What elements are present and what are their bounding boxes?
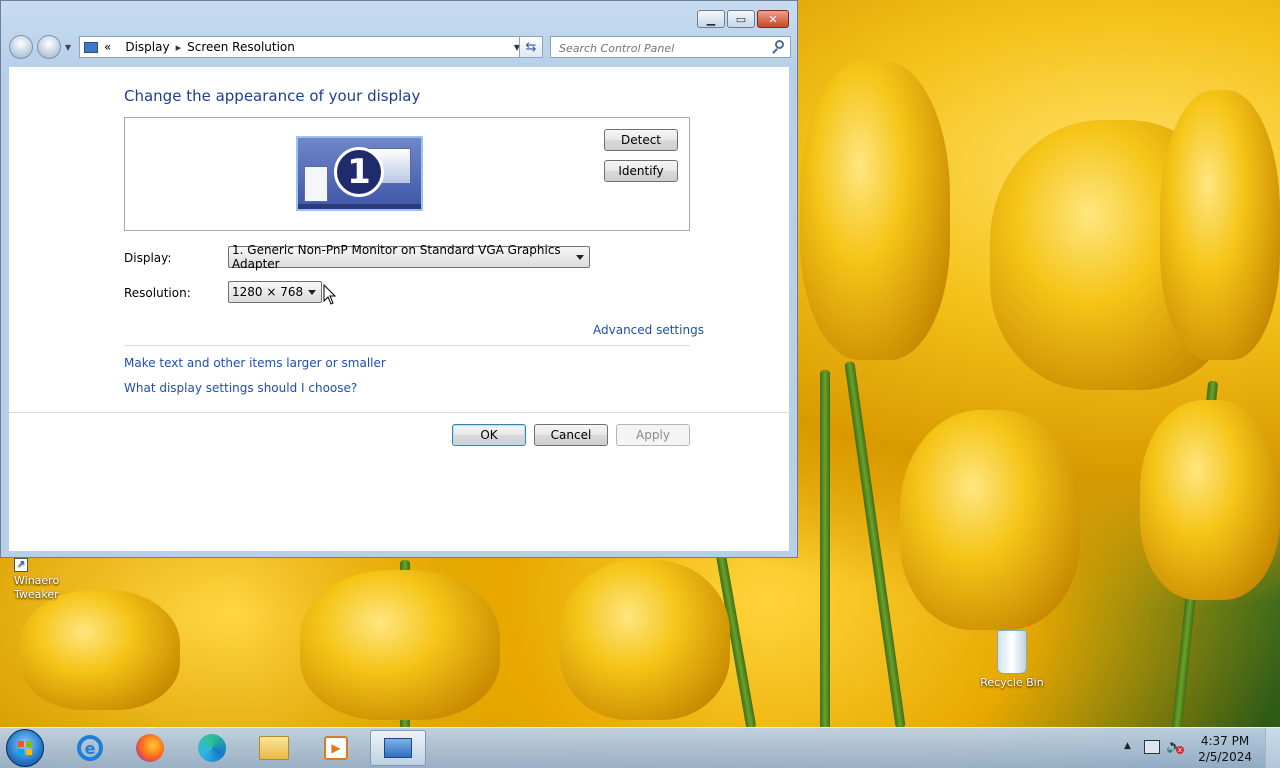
back-button[interactable]: [9, 35, 33, 59]
search-input[interactable]: [557, 38, 771, 58]
ok-button[interactable]: OK: [452, 424, 526, 446]
breadcrumb-display[interactable]: Display: [125, 40, 169, 54]
footer-divider: [9, 412, 789, 413]
tulip-flower: [1140, 400, 1280, 600]
display-help-link[interactable]: What display settings should I choose?: [124, 381, 357, 395]
maximize-button[interactable]: ▭: [727, 10, 755, 28]
resolution-select[interactable]: 1280 × 768: [228, 281, 322, 303]
text-size-link[interactable]: Make text and other items larger or smal…: [124, 356, 386, 370]
clock-time: 4:37 PM: [1200, 734, 1250, 748]
taskbar-control-panel-display[interactable]: [370, 730, 426, 766]
forward-button[interactable]: [37, 35, 61, 59]
resolution-label: Resolution:: [124, 286, 191, 300]
folder-icon: [259, 736, 289, 760]
detect-button[interactable]: Detect: [604, 129, 678, 151]
cancel-button[interactable]: Cancel: [534, 424, 608, 446]
taskbar-media-player[interactable]: ▶: [308, 730, 364, 766]
tulip-stem: [844, 361, 906, 729]
content-pane: Change the appearance of your display 1 …: [9, 67, 789, 551]
screen-resolution-window: ▁ ▭ ✕ ▼ « Display ▸ Screen Resolution ▼ …: [0, 0, 798, 558]
internet-explorer-icon: e: [77, 735, 103, 761]
display-label: Display:: [124, 251, 172, 265]
identify-button[interactable]: Identify: [604, 160, 678, 182]
taskbar-clock[interactable]: 4:37 PM 2/5/2024: [1198, 733, 1252, 765]
taskbar: e ▶ ▲ 🔈 x 4:37 PM 2/5/2024: [0, 727, 1280, 768]
section-divider: [124, 345, 690, 346]
monitor-1-preview[interactable]: 1: [296, 136, 423, 211]
network-icon[interactable]: [1144, 740, 1160, 754]
breadcrumb-screen-resolution[interactable]: Screen Resolution: [187, 40, 295, 54]
desktop-icon-label: Winaero Tweaker: [14, 574, 60, 601]
window-controls: ▁ ▭ ✕: [697, 10, 789, 28]
taskbar-file-explorer[interactable]: [246, 730, 302, 766]
show-hidden-icons-icon[interactable]: ▲: [1124, 741, 1131, 751]
tulip-flower: [1160, 90, 1280, 360]
tulip-flower: [800, 60, 950, 360]
display-select-value: 1. Generic Non-PnP Monitor on Standard V…: [232, 243, 561, 271]
address-bar[interactable]: « Display ▸ Screen Resolution ▼: [79, 36, 527, 58]
edge-icon: [198, 734, 226, 762]
desktop-icon-label: Recycle Bin: [980, 676, 1044, 689]
preview-taskbar: [298, 204, 421, 209]
recent-pages-dropdown-icon[interactable]: ▼: [65, 43, 71, 52]
show-desktop-button[interactable]: [1265, 728, 1280, 768]
clock-date: 2/5/2024: [1198, 750, 1252, 764]
minimize-button[interactable]: ▁: [697, 10, 725, 28]
breadcrumb-overflow[interactable]: «: [104, 40, 111, 54]
desktop-icon-winaero-tweaker[interactable]: ↗ Winaero Tweaker: [10, 558, 66, 602]
control-panel-icon: [84, 41, 98, 53]
muted-indicator-icon: x: [1176, 746, 1184, 754]
desktop-icon-recycle-bin[interactable]: Recycle Bin: [976, 630, 1048, 690]
tulip-flower: [20, 590, 180, 710]
taskbar-internet-explorer[interactable]: e: [62, 730, 118, 766]
display-settings-icon: [384, 738, 412, 758]
close-icon: ✕: [768, 12, 778, 26]
chevron-down-icon: [308, 289, 316, 295]
search-box[interactable]: [550, 36, 791, 58]
minimize-icon: ▁: [706, 12, 716, 26]
chevron-down-icon: [576, 254, 584, 260]
taskbar-edge[interactable]: [184, 730, 240, 766]
firefox-icon: [136, 734, 164, 762]
media-player-icon: ▶: [324, 736, 348, 760]
refresh-icon: ⇆: [525, 39, 537, 55]
tulip-flower: [300, 570, 500, 720]
page-title: Change the appearance of your display: [124, 87, 421, 105]
tulip-stem: [820, 370, 830, 730]
maximize-icon: ▭: [735, 12, 747, 26]
advanced-settings-link[interactable]: Advanced settings: [593, 323, 704, 337]
preview-sidebar-icon: [304, 166, 328, 202]
breadcrumb-separator-icon[interactable]: ▸: [176, 41, 182, 54]
close-button[interactable]: ✕: [757, 10, 789, 28]
shortcut-arrow-icon: ↗: [14, 558, 28, 572]
recycle-bin-icon: [997, 630, 1027, 674]
monitor-number-badge: 1: [334, 147, 384, 197]
start-button[interactable]: [6, 729, 44, 767]
refresh-button[interactable]: ⇆: [519, 36, 543, 58]
resolution-select-value: 1280 × 768: [232, 285, 304, 299]
tulip-flower: [560, 560, 730, 720]
windows-logo-icon: [18, 741, 32, 755]
navigation-bar: ▼ « Display ▸ Screen Resolution ▼ ⇆: [9, 35, 791, 59]
display-preview-area: 1 Detect Identify: [124, 117, 690, 231]
system-tray: ▲ 🔈 x 4:37 PM 2/5/2024: [1110, 728, 1280, 768]
taskbar-firefox[interactable]: [122, 730, 178, 766]
tulip-flower: [900, 410, 1080, 630]
search-icon[interactable]: [775, 40, 784, 49]
apply-button[interactable]: Apply: [616, 424, 690, 446]
display-select[interactable]: 1. Generic Non-PnP Monitor on Standard V…: [228, 243, 590, 271]
